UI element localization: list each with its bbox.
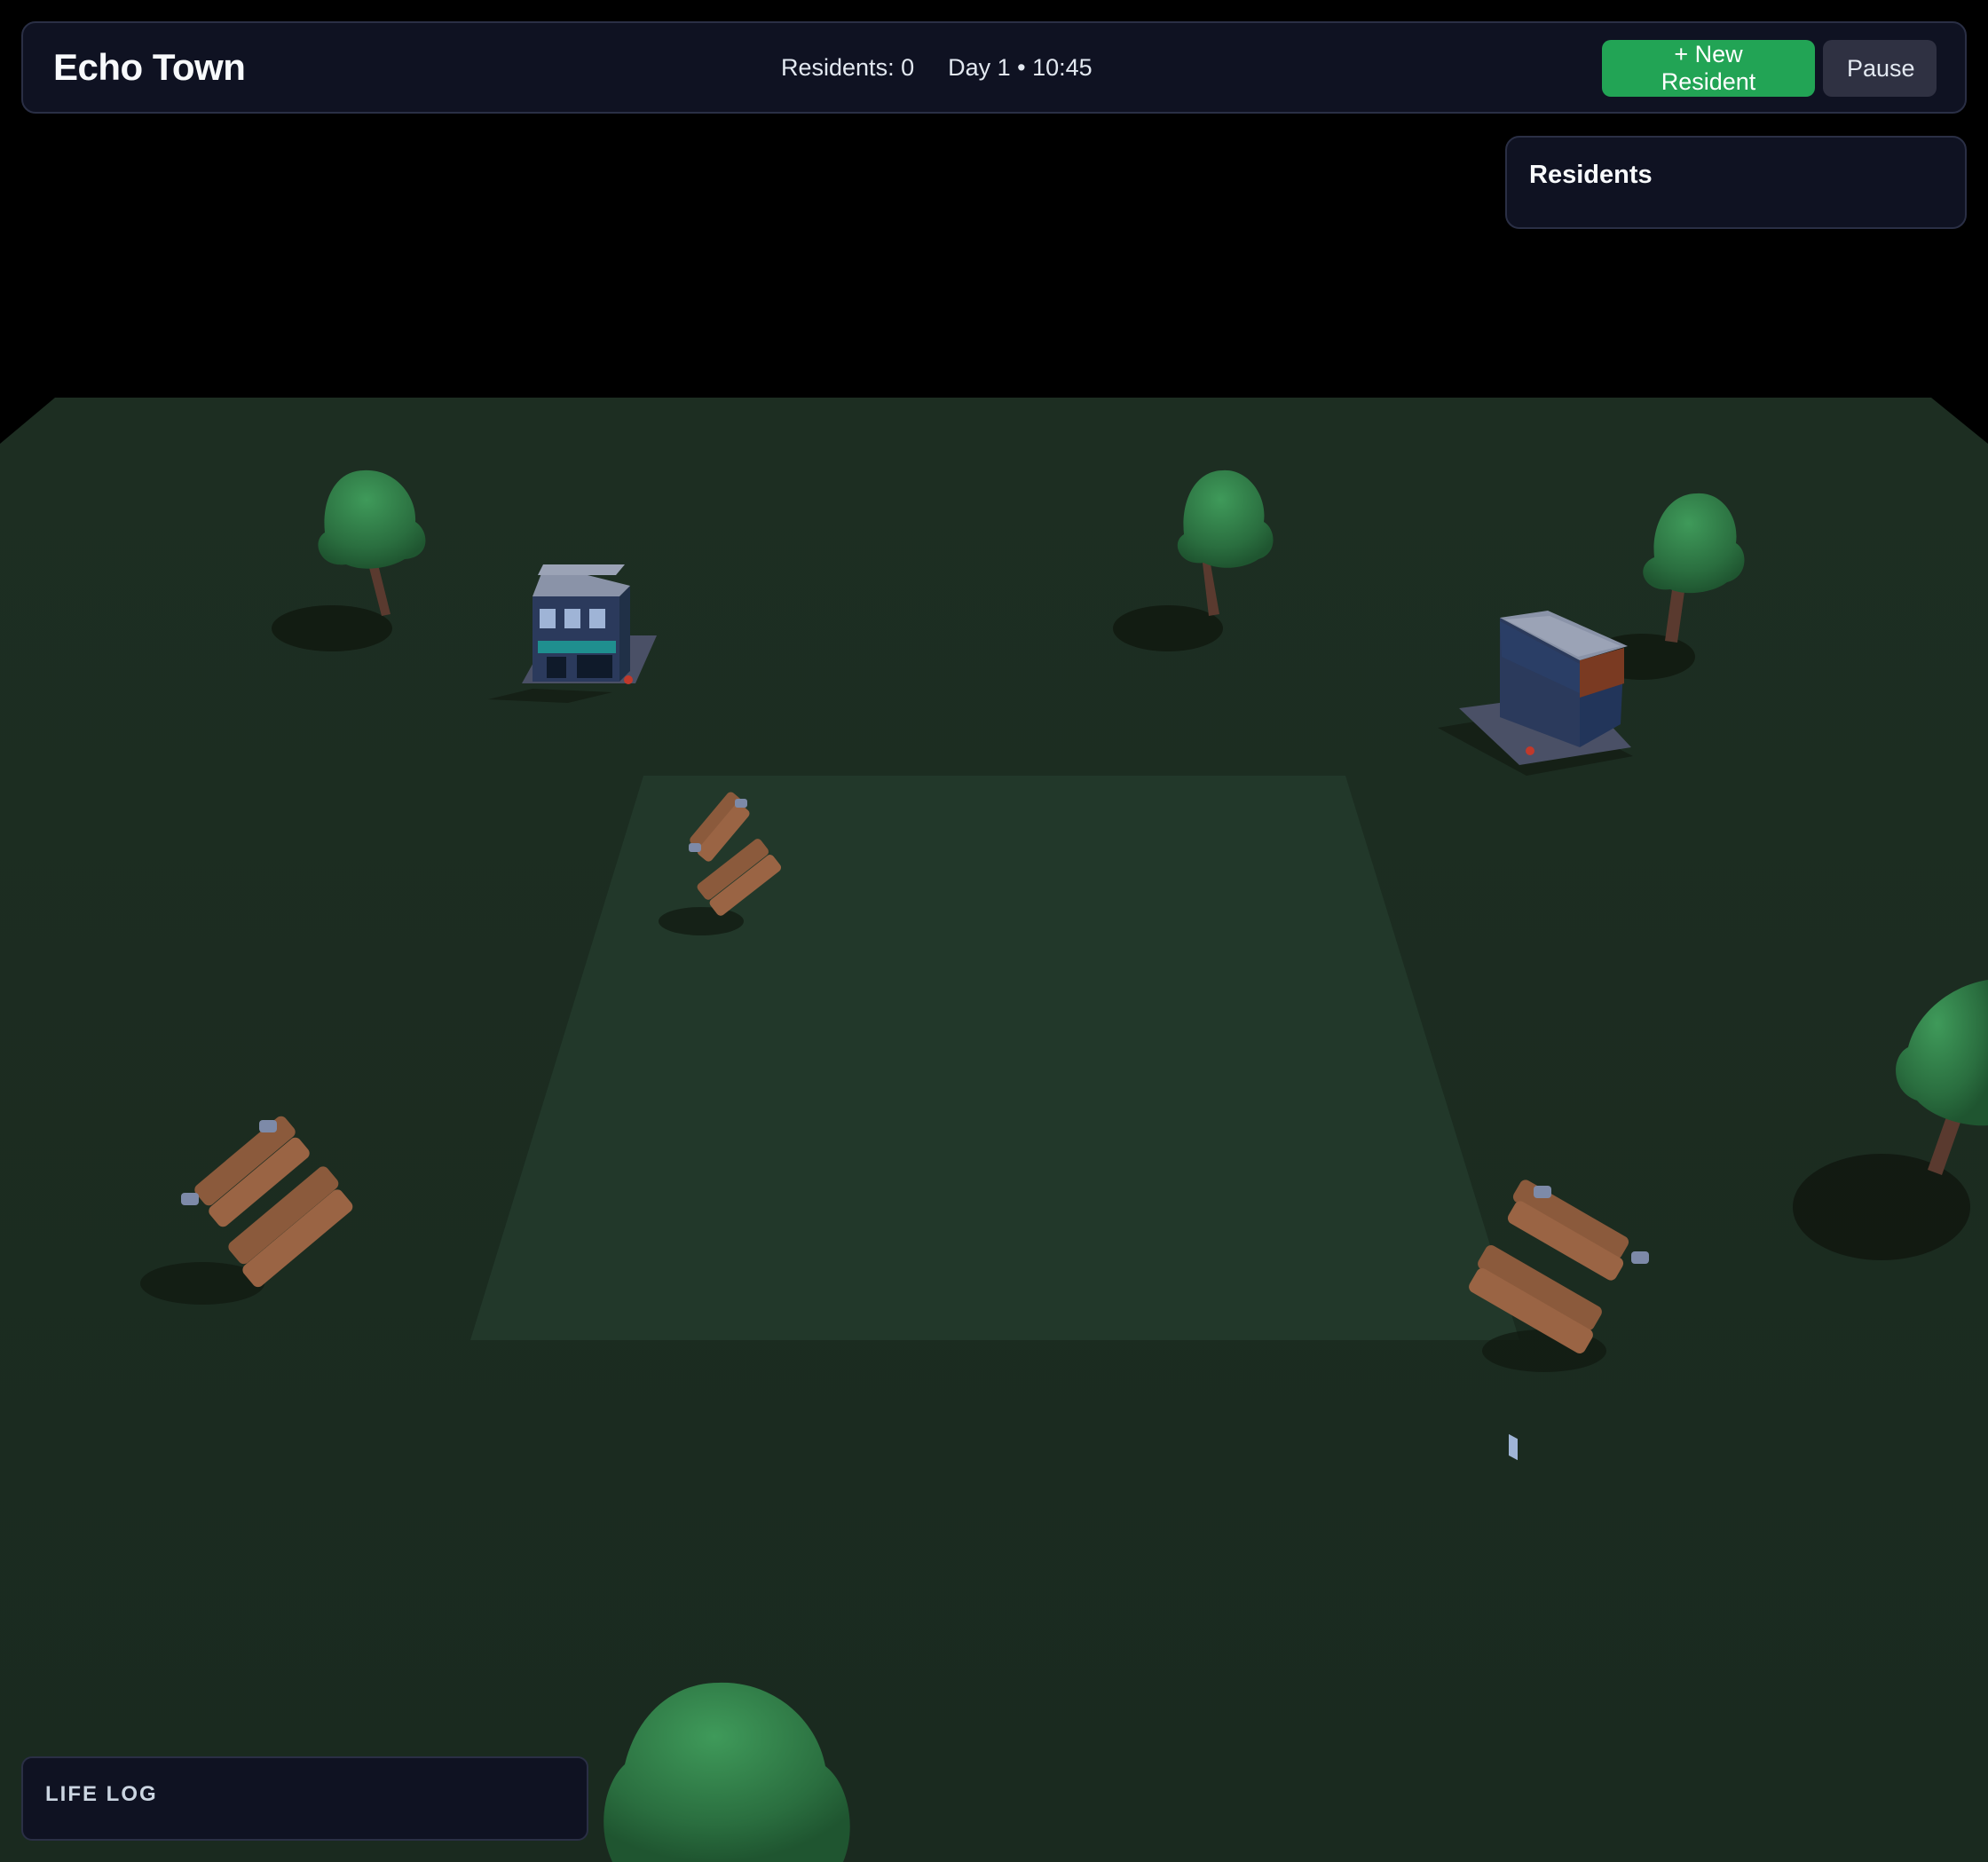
life-log-title: LIFE LOG — [45, 1782, 158, 1806]
stats-group: Residents: 0 Day 1 • 10:45 — [781, 23, 1093, 112]
plaza-area — [470, 776, 1519, 1340]
residents-count: Residents: 0 — [781, 53, 915, 81]
life-log-panel: LIFE LOG — [21, 1756, 588, 1841]
header-actions: + New Resident Pause — [1602, 40, 1937, 97]
top-bar: Echo Town Residents: 0 Day 1 • 10:45 + N… — [21, 21, 1967, 114]
residents-panel-title: Residents — [1529, 161, 1653, 189]
world-viewport[interactable] — [0, 0, 1988, 1862]
new-resident-button[interactable]: + New Resident — [1602, 40, 1815, 97]
game-clock: Day 1 • 10:45 — [948, 53, 1093, 81]
app-title: Echo Town — [53, 46, 246, 88]
residents-panel: Residents — [1505, 136, 1967, 229]
pause-button[interactable]: Pause — [1823, 40, 1937, 97]
